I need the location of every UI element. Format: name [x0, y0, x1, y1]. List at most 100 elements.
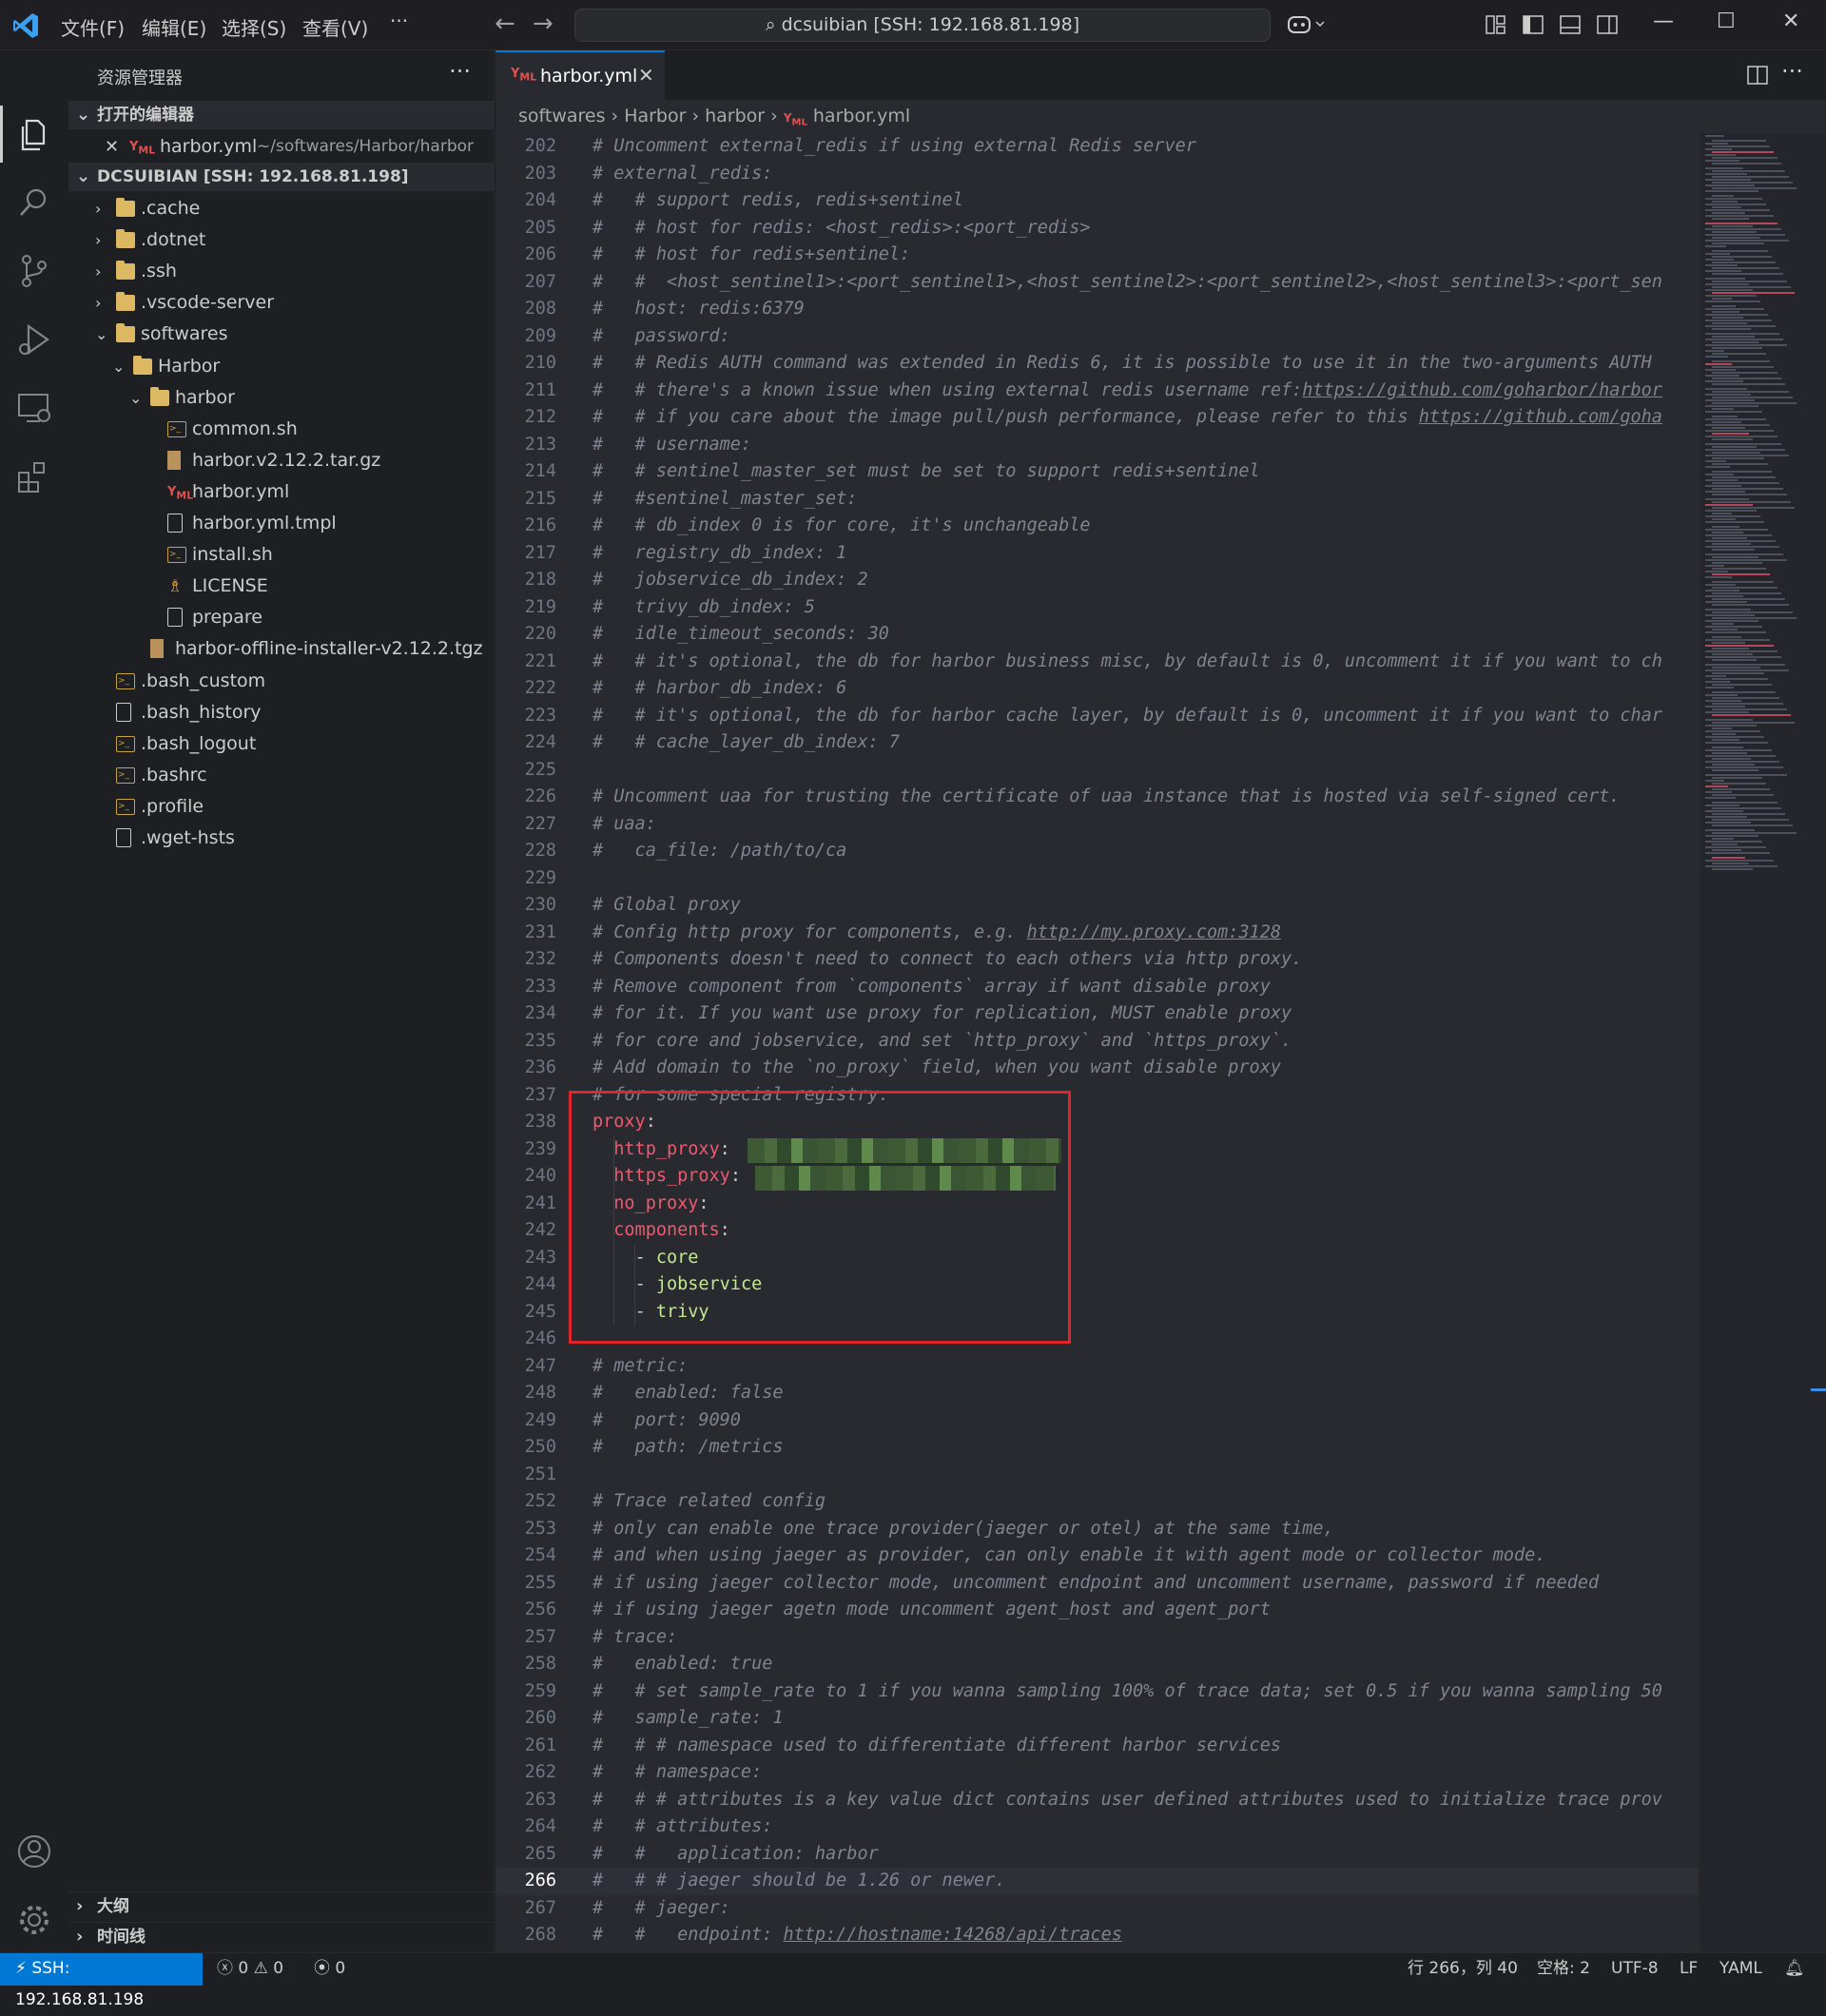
explorer-more-button[interactable]: ··· — [449, 58, 471, 85]
code-line[interactable]: 264 # # attributes: — [495, 1813, 1699, 1841]
code-line[interactable]: 230 # Global proxy — [495, 892, 1699, 920]
code-line[interactable]: 207 # # <host_sentinel1>:<port_sentinel1>… — [495, 269, 1699, 297]
code-editor[interactable]: 202 # Uncomment external_redis if using e… — [495, 133, 1699, 1952]
code-line[interactable]: 247 # metric: — [495, 1353, 1699, 1381]
forward-arrow-icon[interactable]: → — [533, 10, 554, 38]
code-line[interactable]: 251 — [495, 1462, 1699, 1489]
close-icon[interactable]: ✕ — [105, 131, 119, 163]
code-line[interactable]: 256 # if using jaeger agetn mode uncommen… — [495, 1597, 1699, 1624]
code-line[interactable]: 262 # # namespace: — [495, 1759, 1699, 1787]
tree-folder[interactable]: ⌄ harbor — [68, 382, 495, 414]
menu-view[interactable]: 查看(V) — [302, 13, 368, 41]
menu-file[interactable]: 文件(F) — [61, 13, 125, 41]
editor-more-button[interactable]: ··· — [1781, 58, 1803, 85]
code-line[interactable]: 249 # port: 9090 — [495, 1407, 1699, 1435]
code-line[interactable]: 204 # # support redis, redis+sentinel — [495, 187, 1699, 215]
code-line[interactable]: 254 # and when using jaeger as provider, … — [495, 1542, 1699, 1570]
settings-gear-icon[interactable] — [13, 1899, 55, 1941]
tree-file[interactable]: .bashrc — [68, 760, 495, 791]
maximize-icon[interactable]: ☐ — [1717, 10, 1736, 33]
code-line[interactable]: 234 # for it. If you want use proxy for r… — [495, 1000, 1699, 1028]
code-line[interactable]: 221 # # it's optional, the db for harbor … — [495, 649, 1699, 676]
code-line[interactable]: 213 # # username: — [495, 432, 1699, 459]
code-line[interactable]: 253 # only can enable one trace provider(… — [495, 1516, 1699, 1543]
code-line[interactable]: 266 # # # jaeger should be 1.26 or newer. — [495, 1868, 1699, 1895]
code-line[interactable]: 203 # external_redis: — [495, 161, 1699, 188]
code-line[interactable]: 229 — [495, 865, 1699, 893]
end-of-line[interactable]: LF — [1680, 1953, 1698, 1985]
open-editors-header[interactable]: ⌄ 打开的编辑器 — [68, 101, 495, 129]
code-line[interactable]: 268 # # endpoint: http://hostname:14268/a… — [495, 1922, 1699, 1949]
tree-file[interactable]: ♗ LICENSE — [68, 571, 495, 602]
code-line[interactable]: 202 # Uncomment external_redis if using e… — [495, 133, 1699, 161]
remote-indicator[interactable]: ⚡ SSH: 192.168.81.198 — [0, 1953, 203, 2009]
tree-file[interactable]: .bash_custom — [68, 666, 495, 697]
tree-file[interactable]: harbor-offline-installer-v2.12.2.tgz — [68, 633, 495, 665]
code-line[interactable]: 222 # # harbor_db_index: 6 — [495, 675, 1699, 703]
code-line[interactable]: 223 # # it's optional, the db for harbor … — [495, 703, 1699, 730]
tree-file[interactable]: install.sh — [68, 539, 495, 571]
code-line[interactable]: 258 # enabled: true — [495, 1651, 1699, 1678]
code-line[interactable]: 228 # ca_file: /path/to/ca — [495, 838, 1699, 865]
minimize-icon[interactable]: — — [1653, 10, 1674, 33]
bell-icon[interactable]: 🔔︎ — [1784, 1953, 1805, 1985]
remote-explorer-icon[interactable] — [13, 387, 55, 429]
tree-file[interactable]: .bash_logout — [68, 728, 495, 760]
code-line[interactable]: 211 # # there's a known issue when using … — [495, 378, 1699, 405]
code-line[interactable]: 210 # # Redis AUTH command was extended i… — [495, 350, 1699, 378]
open-editor-item[interactable]: ✕ YML harbor.yml ~/softwares/Harbor/harb… — [68, 131, 495, 163]
tree-folder[interactable]: ⌄ Harbor — [68, 351, 495, 382]
extensions-icon[interactable] — [13, 456, 55, 497]
problems-indicator[interactable]: ⓧ 0 ⚠ 0 — [217, 1953, 283, 1985]
menu-selection[interactable]: 选择(S) — [222, 13, 286, 41]
code-line[interactable]: 265 # # application: harbor — [495, 1841, 1699, 1869]
code-line[interactable]: 252 # Trace related config — [495, 1488, 1699, 1516]
code-line[interactable]: 216 # # db_index 0 is for core, it's unch… — [495, 513, 1699, 540]
code-line[interactable]: 220 # idle_timeout_seconds: 30 — [495, 621, 1699, 649]
toggle-panel-icon[interactable] — [1560, 15, 1581, 34]
close-tab-icon[interactable]: ✕ — [638, 64, 654, 87]
account-icon[interactable] — [13, 1831, 55, 1872]
source-control-icon[interactable] — [13, 250, 55, 292]
tree-folder[interactable]: › .cache — [68, 193, 495, 224]
menu-edit[interactable]: 编辑(E) — [142, 13, 206, 41]
breadcrumb-item[interactable]: harbor.yml — [813, 106, 910, 126]
code-line[interactable]: 226 # Uncomment uaa for trusting the cert… — [495, 784, 1699, 811]
menu-more-button[interactable]: ··· — [390, 10, 408, 32]
breadcrumb-item[interactable]: harbor — [705, 106, 765, 126]
tree-file[interactable]: .bash_history — [68, 697, 495, 728]
code-line[interactable]: 227 # uaa: — [495, 811, 1699, 839]
code-line[interactable]: 248 # enabled: false — [495, 1380, 1699, 1407]
customize-layout-icon[interactable] — [1486, 15, 1506, 34]
code-line[interactable]: 212 # # if you care about the image pull/… — [495, 404, 1699, 432]
tree-folder[interactable]: ⌄ softwares — [68, 319, 495, 350]
cursor-position[interactable]: 行 266，列 40 — [1408, 1953, 1518, 1985]
code-line[interactable]: 233 # Remove component from `components` … — [495, 974, 1699, 1001]
code-line[interactable]: 208 # host: redis:6379 — [495, 296, 1699, 323]
tree-folder[interactable]: › .dotnet — [68, 224, 495, 256]
code-line[interactable]: 214 # # sentinel_master_set must be set t… — [495, 458, 1699, 486]
ports-indicator[interactable]: ⦿ 0 — [314, 1953, 345, 1985]
code-line[interactable]: 260 # sample_rate: 1 — [495, 1705, 1699, 1733]
code-line[interactable]: 255 # if using jaeger collector mode, unc… — [495, 1570, 1699, 1598]
tree-file[interactable]: .profile — [68, 791, 495, 823]
code-line[interactable]: 217 # registry_db_index: 1 — [495, 540, 1699, 568]
split-editor-icon[interactable] — [1747, 66, 1768, 85]
tab-harbor-yml[interactable]: YML harbor.yml ✕ — [495, 50, 665, 101]
toggle-primary-sidebar-icon[interactable] — [1523, 15, 1544, 34]
copilot-icon[interactable] — [1286, 11, 1330, 38]
code-line[interactable]: 225 — [495, 757, 1699, 785]
code-line[interactable]: 206 # # host for redis+sentinel: — [495, 242, 1699, 269]
tree-file[interactable]: YML harbor.yml — [68, 476, 495, 508]
code-line[interactable]: 205 # # host for redis: <host_redis>:<por… — [495, 215, 1699, 242]
code-line[interactable]: 259 # # set sample_rate to 1 if you wanna… — [495, 1678, 1699, 1706]
vscode-logo-icon[interactable] — [11, 11, 40, 40]
search-icon[interactable] — [13, 182, 55, 223]
tree-file[interactable]: prepare — [68, 602, 495, 633]
breadcrumb-item[interactable]: Harbor — [624, 106, 686, 126]
tree-file[interactable]: harbor.v2.12.2.tar.gz — [68, 445, 495, 476]
code-line[interactable]: 231 # Config http proxy for components, e… — [495, 920, 1699, 947]
tree-folder[interactable]: › .ssh — [68, 256, 495, 287]
code-line[interactable]: 235 # for core and jobservice, and set `h… — [495, 1028, 1699, 1056]
tree-file[interactable]: common.sh — [68, 414, 495, 445]
